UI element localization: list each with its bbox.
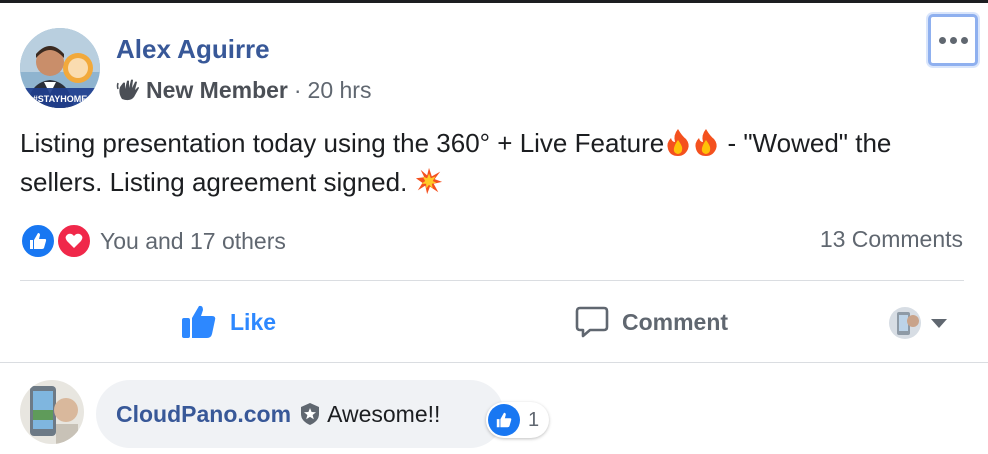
post-as-selector[interactable] <box>889 306 947 340</box>
like-reaction-icon <box>488 404 520 436</box>
reaction-icons <box>20 222 94 260</box>
comment-button[interactable]: Comment <box>574 298 728 346</box>
commenter-name[interactable]: CloudPano.com <box>116 401 291 428</box>
post-timestamp[interactable]: 20 hrs <box>308 77 372 104</box>
fire-icon <box>667 129 689 156</box>
author-avatar[interactable]: #STAYHOME <box>20 28 100 108</box>
like-button[interactable]: Like <box>180 298 276 346</box>
reaction-summary[interactable]: You and 17 others <box>20 222 286 260</box>
comment-bubble: CloudPano.com Awesome!! <box>96 380 504 448</box>
more-options-button[interactable] <box>928 14 978 66</box>
post-text: Listing presentation today using the 360… <box>20 124 970 202</box>
like-label: Like <box>230 308 277 335</box>
divider <box>0 362 988 363</box>
divider <box>20 280 964 281</box>
explosion-icon <box>415 167 442 195</box>
meta-separator: · <box>293 76 302 103</box>
comment-bubble-icon <box>575 306 609 338</box>
verified-shield-icon <box>301 403 320 425</box>
reaction-count-text: You and 17 others <box>100 227 286 254</box>
comment-label: Comment <box>622 308 729 335</box>
comment-reaction-badge[interactable]: 1 <box>486 402 550 438</box>
commenter-avatar[interactable] <box>20 380 84 444</box>
like-reaction-icon <box>20 223 56 259</box>
post-text-part1: Listing presentation today using the 360… <box>20 128 665 158</box>
post-author-name[interactable]: Alex Aguirre <box>116 34 270 65</box>
comment-text: Awesome!! <box>327 400 441 427</box>
member-badge: New Member <box>146 76 288 103</box>
post-card: #STAYHOME Alex Aguirre New Member · 20 h… <box>0 0 988 454</box>
more-options-icon <box>938 36 968 44</box>
comment-reaction-count: 1 <box>528 408 540 431</box>
post-meta: New Member · 20 hrs <box>116 76 371 104</box>
love-reaction-icon <box>56 223 92 259</box>
avatar-badge-text: #STAYHOME <box>33 94 88 104</box>
thumbs-up-icon <box>182 305 216 338</box>
fire-icon <box>695 129 717 156</box>
dropdown-caret-icon <box>931 318 947 328</box>
user-avatar <box>889 307 921 339</box>
comments-count-link[interactable]: 13 Comments <box>820 226 963 253</box>
wave-icon <box>116 79 139 101</box>
